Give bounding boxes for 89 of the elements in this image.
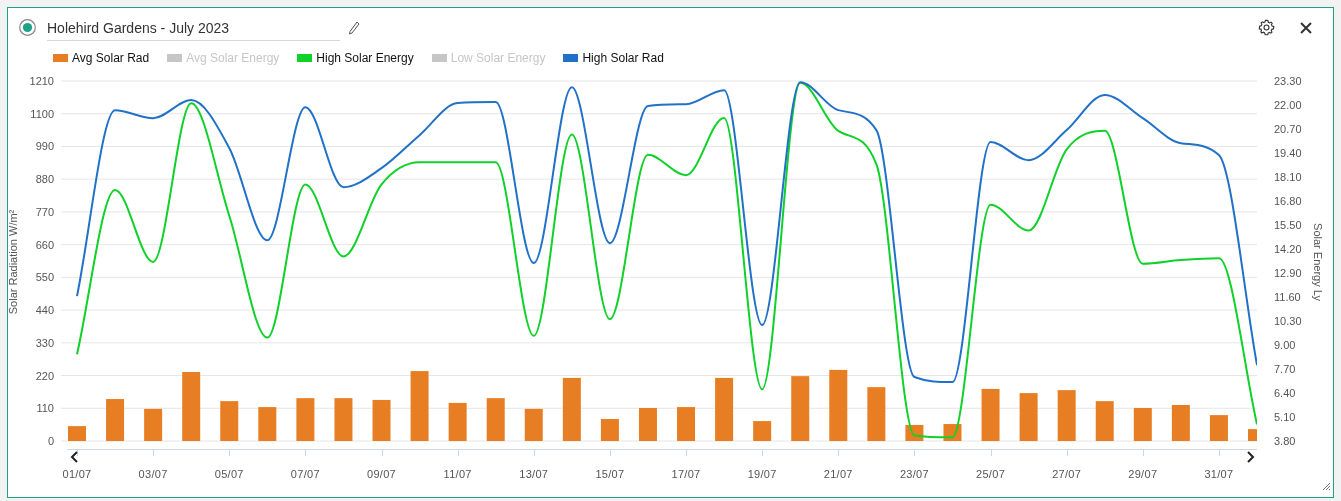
bar — [68, 426, 86, 441]
tick-label: 03/07 — [138, 468, 168, 480]
tick-label: 22.00 — [1274, 99, 1302, 111]
tick-label: 23.30 — [1274, 75, 1302, 87]
tick-label: 1210 — [29, 75, 54, 87]
bar — [677, 407, 696, 441]
tick-label: 20.70 — [1274, 123, 1302, 135]
tick-label: 11.60 — [1274, 291, 1301, 303]
bar — [1133, 408, 1152, 441]
bar — [1209, 415, 1228, 441]
bar — [1095, 401, 1114, 441]
tick-label: 9.00 — [1274, 339, 1296, 351]
legend-swatch — [167, 53, 183, 62]
tick-label: 330 — [35, 336, 54, 349]
bar — [524, 408, 543, 441]
tick-label: 18.10 — [1274, 171, 1302, 183]
tick-label: 770 — [35, 205, 54, 218]
tick-label: 05/07 — [214, 468, 244, 480]
bar — [1057, 390, 1076, 441]
bar — [638, 408, 657, 441]
bar — [1019, 393, 1038, 441]
tick-label: 09/07 — [367, 468, 397, 480]
bar — [182, 372, 201, 441]
tick-label: 3.80 — [1274, 435, 1296, 447]
tick-label: 220 — [35, 369, 54, 382]
tick-label: 10.30 — [1274, 315, 1302, 327]
bar — [562, 377, 581, 441]
tick-label: 990 — [35, 140, 54, 153]
tick-label: 23/07 — [899, 468, 929, 480]
tick-label: 550 — [35, 271, 54, 284]
tick-label: 25/07 — [976, 468, 1006, 480]
bar — [410, 371, 429, 441]
bar — [296, 398, 315, 441]
tick-label: 0 — [47, 435, 54, 447]
tick-label: 11/07 — [443, 468, 472, 480]
tick-label: 07/07 — [290, 468, 320, 480]
bar — [220, 401, 239, 441]
legend-item[interactable]: High Solar Rad — [563, 50, 664, 65]
axis-title: Solar Radiation W/m² — [8, 209, 19, 315]
tick-label: 29/07 — [1128, 468, 1158, 480]
tick-label: 7.70 — [1274, 363, 1296, 375]
legend-item[interactable]: High Solar Energy — [297, 50, 414, 65]
tick-label: 15/07 — [595, 468, 625, 480]
tick-label: 17/07 — [671, 468, 701, 480]
tick-label: 31/07 — [1204, 468, 1234, 480]
bar — [258, 407, 277, 441]
bar — [715, 377, 734, 441]
radio-icon[interactable] — [19, 19, 36, 36]
bar — [600, 419, 619, 441]
tick-label: 15.50 — [1274, 219, 1302, 231]
tick-label: 5.10 — [1274, 411, 1296, 423]
bar — [753, 421, 772, 441]
tick-label: 440 — [35, 304, 54, 317]
tick-label: 6.40 — [1274, 387, 1296, 399]
legend-item[interactable]: Avg Solar Rad — [53, 50, 150, 65]
bar — [486, 398, 505, 441]
tick-label: 880 — [35, 173, 54, 186]
settings-icon[interactable] — [1258, 19, 1275, 36]
bar — [981, 388, 1000, 441]
tick-label: 01/07 — [62, 468, 92, 480]
bar — [144, 408, 163, 441]
tick-label: 14.20 — [1274, 243, 1302, 255]
tick-label: 660 — [35, 238, 54, 251]
bar — [791, 376, 810, 441]
tick-label: 13/07 — [519, 468, 549, 480]
scroll-right-icon[interactable] — [1247, 451, 1255, 463]
bar — [106, 399, 125, 441]
tick-label: 27/07 — [1052, 468, 1082, 480]
bar — [1171, 405, 1190, 441]
title-field[interactable]: Holehird Gardens - July 2023 — [47, 16, 340, 41]
tick-label: 19.40 — [1274, 147, 1302, 159]
bar — [334, 398, 353, 441]
bar — [448, 402, 467, 441]
bar — [867, 387, 886, 441]
resize-grip-icon[interactable] — [1322, 482, 1331, 491]
bar — [372, 399, 391, 441]
tick-label: 21/07 — [823, 468, 853, 480]
legend-swatch — [431, 53, 447, 62]
tick-label: 110 — [36, 402, 54, 415]
tick-label: 1100 — [30, 107, 54, 120]
bar — [829, 369, 848, 441]
axis-title: Solar Energy Ly — [1312, 223, 1324, 301]
tick-label: 19/07 — [747, 468, 777, 480]
pencil-icon[interactable] — [348, 20, 360, 35]
close-icon[interactable] — [1300, 21, 1312, 34]
tick-label: 12.90 — [1274, 267, 1302, 279]
bar — [1248, 429, 1257, 441]
scroll-left-icon[interactable] — [70, 451, 78, 463]
tick-label: 16.80 — [1274, 195, 1302, 207]
